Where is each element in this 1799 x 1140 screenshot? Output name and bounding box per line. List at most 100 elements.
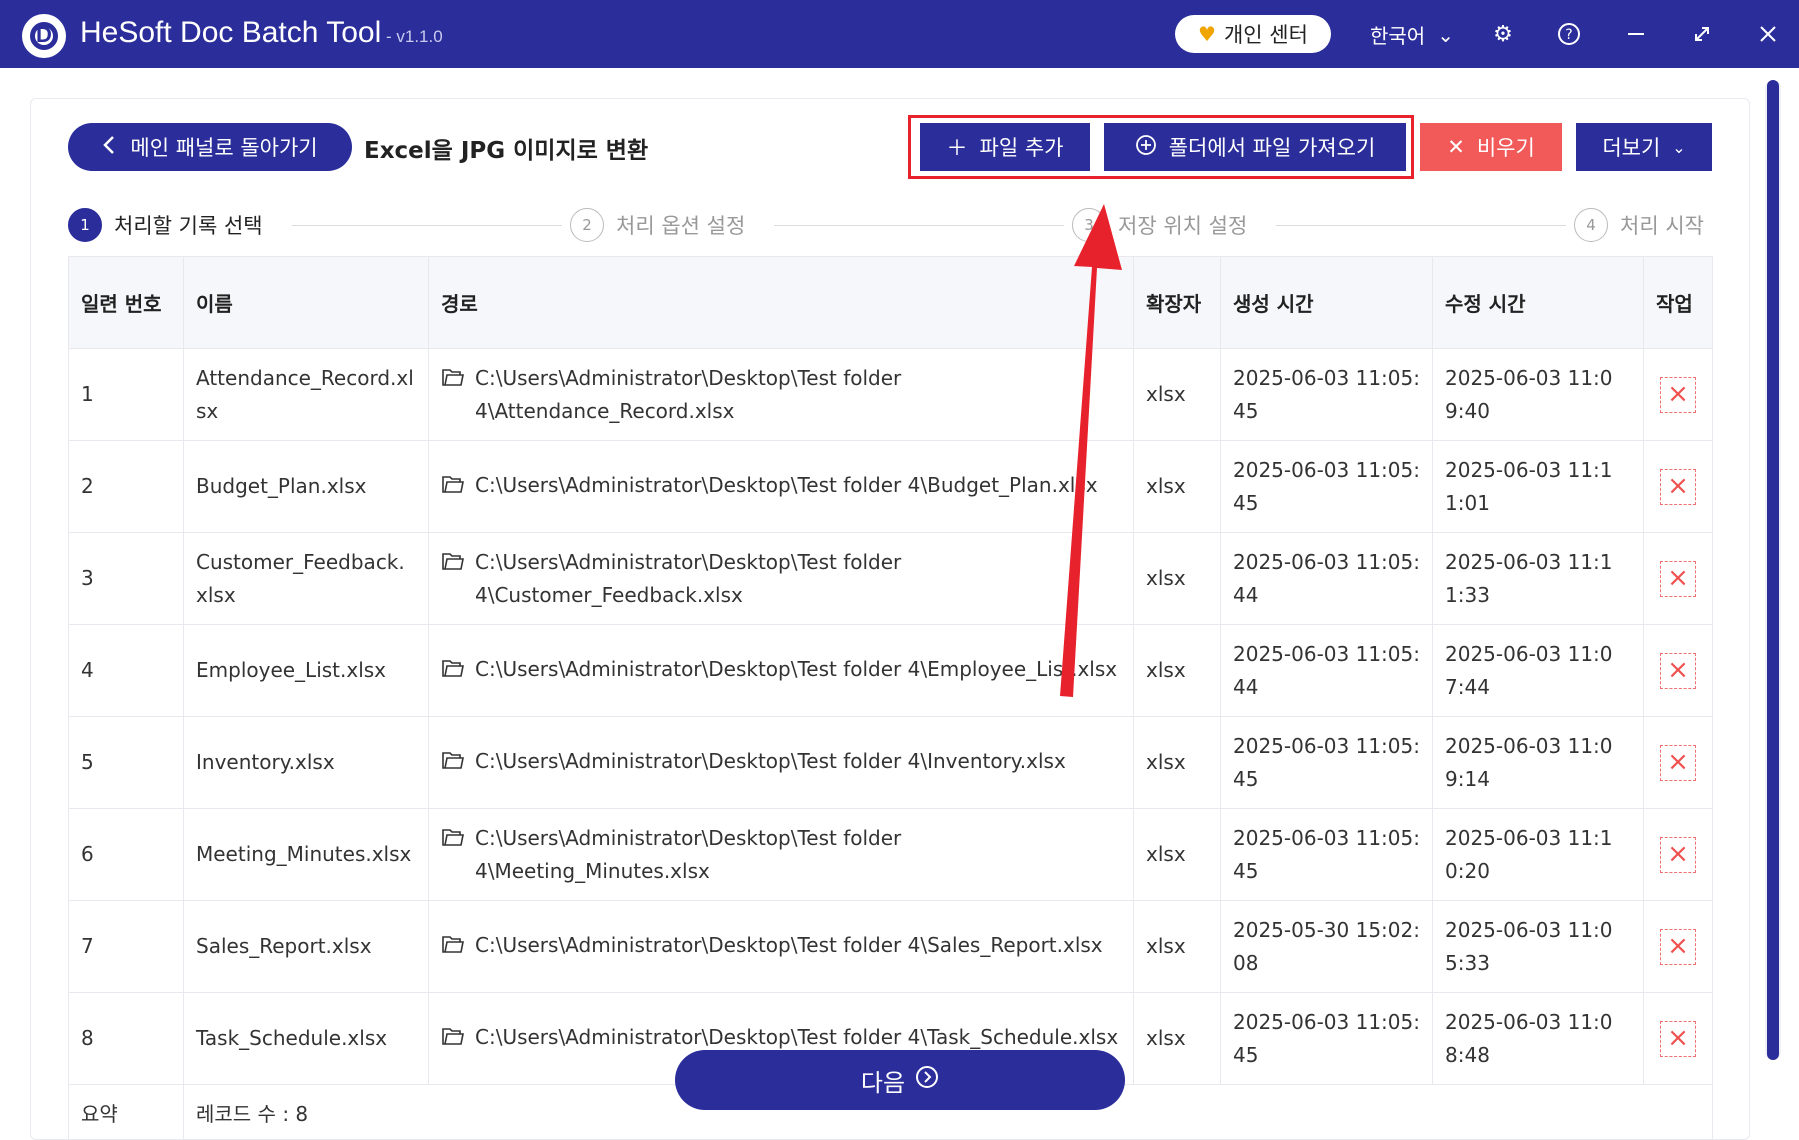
delete-row-icon[interactable]: ×: [1660, 744, 1696, 781]
delete-row-icon[interactable]: ×: [1660, 560, 1696, 597]
clear-label: 비우기: [1476, 136, 1535, 160]
cell-no: 5: [68, 716, 184, 809]
folder-icon[interactable]: [441, 1021, 465, 1057]
app-version: - v1.1.0: [386, 27, 443, 46]
app-logo-icon: D: [22, 14, 66, 58]
path-text: C:\Users\Administrator\Desktop\Test fold…: [475, 748, 1066, 773]
column-header-extension[interactable]: 확장자: [1133, 256, 1221, 349]
import-folder-button[interactable]: 폴더에서 파일 가져오기: [1104, 123, 1406, 171]
folder-icon[interactable]: [441, 546, 465, 582]
folder-icon[interactable]: [441, 469, 465, 505]
delete-row-icon[interactable]: ×: [1660, 928, 1696, 965]
cell-modified: 2025-06-03 11:05:33: [1432, 900, 1644, 993]
path-text: C:\Users\Administrator\Desktop\Test fold…: [475, 1024, 1119, 1049]
back-to-main-button[interactable]: 메인 패널로 돌아가기: [68, 123, 352, 171]
gear-icon[interactable]: ⚙: [1485, 16, 1521, 52]
cell-name: Sales_Report.xlsx: [183, 900, 429, 993]
back-button-label: 메인 패널로 돌아가기: [130, 136, 318, 160]
cell-extension: xlsx: [1133, 532, 1221, 625]
cell-action: ×: [1643, 808, 1713, 901]
language-label: 한국어: [1370, 24, 1426, 48]
cell-name: Meeting_Minutes.xlsx: [183, 808, 429, 901]
clear-button[interactable]: ✕ 비우기: [1420, 123, 1562, 171]
help-icon[interactable]: ?: [1551, 16, 1587, 52]
path-text: C:\Users\Administrator\Desktop\Test fold…: [475, 656, 1118, 681]
language-select[interactable]: 한국어 ⌄: [1370, 20, 1454, 49]
cell-extension: xlsx: [1133, 440, 1221, 533]
cell-no: 1: [68, 348, 184, 441]
folder-icon[interactable]: [441, 929, 465, 965]
column-header-modified[interactable]: 수정 시간: [1432, 256, 1644, 349]
cell-modified: 2025-06-03 11:10:20: [1432, 808, 1644, 901]
delete-row-icon[interactable]: ×: [1660, 376, 1696, 413]
add-file-button[interactable]: ＋ 파일 추가: [920, 123, 1090, 171]
cell-name: Employee_List.xlsx: [183, 624, 429, 717]
cell-action: ×: [1643, 348, 1713, 441]
cell-path: C:\Users\Administrator\Desktop\Test fold…: [428, 532, 1134, 625]
cell-created: 2025-06-03 11:05:45: [1220, 808, 1433, 901]
next-button[interactable]: 다음: [675, 1050, 1125, 1110]
cell-modified: 2025-06-03 11:11:33: [1432, 532, 1644, 625]
arrow-right-circle-icon: [915, 1065, 939, 1095]
minimize-icon[interactable]: [1618, 16, 1654, 52]
table-row[interactable]: 5 Inventory.xlsx C:\Users\Administrator\De…: [68, 716, 1713, 809]
summary-label: 요약: [68, 1084, 184, 1140]
cell-modified: 2025-06-03 11:09:40: [1432, 348, 1644, 441]
table-row[interactable]: 6 Meeting_Minutes.xlsx C:\Users\Administra…: [68, 808, 1713, 901]
column-header-name[interactable]: 이름: [183, 256, 429, 349]
cell-path: C:\Users\Administrator\Desktop\Test fold…: [428, 440, 1134, 533]
close-icon[interactable]: [1750, 16, 1786, 52]
app-title: HeSoft Doc Batch Tool: [80, 16, 382, 49]
column-header-action: 작업: [1643, 256, 1713, 349]
cell-path: C:\Users\Administrator\Desktop\Test fold…: [428, 348, 1134, 441]
cell-created: 2025-06-03 11:05:44: [1220, 532, 1433, 625]
step-label: 처리할 기록 선택: [114, 214, 263, 238]
folder-icon[interactable]: [441, 362, 465, 398]
table-header-row: 일련 번호 이름 경로 확장자 생성 시간 수정 시간 작업: [68, 256, 1713, 349]
step-number: 1: [68, 208, 102, 242]
table-row[interactable]: 7 Sales_Report.xlsx C:\Users\Administrator…: [68, 900, 1713, 993]
cell-name: Attendance_Record.xlsx: [183, 348, 429, 441]
vertical-scrollbar[interactable]: [1765, 80, 1781, 1060]
add-file-label: 파일 추가: [979, 136, 1064, 160]
delete-row-icon[interactable]: ×: [1660, 468, 1696, 505]
step-number: 4: [1574, 208, 1608, 242]
delete-row-icon[interactable]: ×: [1660, 836, 1696, 873]
cell-created: 2025-05-30 15:02:08: [1220, 900, 1433, 993]
step-divider: [774, 225, 1064, 226]
cell-action: ×: [1643, 624, 1713, 717]
maximize-icon[interactable]: [1684, 16, 1720, 52]
delete-row-icon[interactable]: ×: [1660, 652, 1696, 689]
heart-icon: ♥: [1198, 22, 1216, 46]
personal-center-button[interactable]: ♥ 개인 센터: [1175, 15, 1331, 53]
cell-created: 2025-06-03 11:05:45: [1220, 440, 1433, 533]
folder-icon[interactable]: [441, 745, 465, 781]
folder-icon[interactable]: [441, 822, 465, 858]
column-header-no[interactable]: 일련 번호: [68, 256, 184, 349]
personal-center-label: 개인 센터: [1223, 23, 1308, 47]
table-row[interactable]: 4 Employee_List.xlsx C:\Users\Administrato…: [68, 624, 1713, 717]
plus-icon: ＋: [946, 136, 968, 160]
delete-row-icon[interactable]: ×: [1660, 1020, 1696, 1057]
scrollbar-thumb[interactable]: [1767, 80, 1779, 1060]
path-text: C:\Users\Administrator\Desktop\Test fold…: [475, 549, 902, 607]
next-label: 다음: [860, 1068, 906, 1097]
cell-extension: xlsx: [1133, 716, 1221, 809]
column-header-created[interactable]: 생성 시간: [1220, 256, 1433, 349]
step-label: 처리 옵션 설정: [616, 214, 746, 238]
column-header-path[interactable]: 경로: [428, 256, 1134, 349]
chevron-left-icon: [102, 135, 116, 160]
cell-action: ×: [1643, 716, 1713, 809]
folder-icon[interactable]: [441, 653, 465, 689]
table-row[interactable]: 1 Attendance_Record.xlsx C:\Users\Administ…: [68, 348, 1713, 441]
table-row[interactable]: 2 Budget_Plan.xlsx C:\Users\Administrator\…: [68, 440, 1713, 533]
cell-path: C:\Users\Administrator\Desktop\Test fold…: [428, 624, 1134, 717]
cell-created: 2025-06-03 11:05:45: [1220, 992, 1433, 1085]
step-4: 4 처리 시작: [1574, 208, 1704, 242]
table-row[interactable]: 3 Customer_Feedback.xlsx C:\Users\Administ…: [68, 532, 1713, 625]
logo-letter: D: [36, 22, 52, 47]
cell-path: C:\Users\Administrator\Desktop\Test fold…: [428, 716, 1134, 809]
more-button[interactable]: 더보기 ⌄: [1576, 123, 1712, 171]
cell-no: 6: [68, 808, 184, 901]
path-text: C:\Users\Administrator\Desktop\Test fold…: [475, 825, 902, 883]
